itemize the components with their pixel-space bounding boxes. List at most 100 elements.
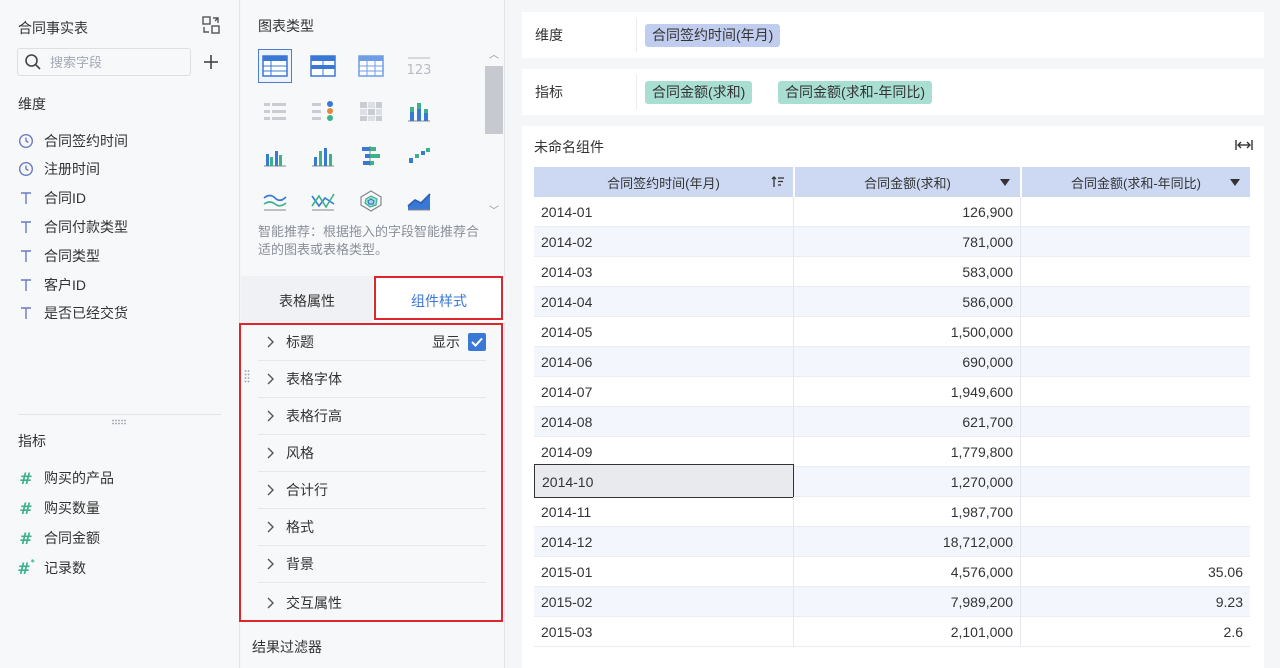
tab-table-properties[interactable]: 表格属性 [241,276,373,322]
style-item-total-row[interactable]: 合计行 [258,472,486,509]
cell-yoy[interactable] [1021,317,1250,347]
cell-amount[interactable]: 621,700 [794,407,1021,437]
chart-type-multi-column[interactable] [306,139,340,173]
field-item-payment-type[interactable]: 合同付款类型 [18,216,128,238]
column-header-amount[interactable]: 合同金额(求和) [795,167,1020,197]
cell-amount[interactable]: 1,949,600 [794,377,1021,407]
style-item-row-height[interactable]: 表格行高 [258,398,486,435]
chart-type-group-table[interactable] [258,49,292,83]
cell-amount[interactable]: 1,500,000 [794,317,1021,347]
cell-yoy[interactable] [1021,497,1250,527]
style-item-table-font[interactable]: 表格字体 [258,361,486,398]
scrollbar-thumb[interactable] [485,66,503,134]
field-search[interactable] [17,48,191,76]
column-header-yoy[interactable]: 合同金额(求和-年同比) [1022,167,1250,197]
chart-type-list[interactable] [258,94,292,128]
field-item-product[interactable]: # 购买的产品 [18,467,114,489]
show-title-checkbox[interactable] [468,333,486,351]
cell-date[interactable]: 2015-02 [534,587,794,617]
cell-yoy[interactable] [1021,437,1250,467]
chart-type-cross-table[interactable] [306,49,340,83]
cell-date[interactable]: 2014-08 [534,407,794,437]
style-item-interaction[interactable]: 交互属性 [258,584,486,621]
chart-type-polyline[interactable] [306,184,340,218]
resize-grip-icon[interactable] [111,419,127,425]
cell-yoy[interactable] [1021,407,1250,437]
scroll-down-icon[interactable]: ﹀ [488,206,500,218]
chart-type-stacked-horizontal[interactable] [354,139,388,173]
cell-yoy[interactable] [1021,197,1250,227]
cell-yoy[interactable] [1021,347,1250,377]
chart-type-heatmap[interactable] [354,94,388,128]
field-item-record-count[interactable]: # * 记录数 [17,557,86,579]
cell-yoy[interactable] [1021,257,1250,287]
field-item-contract-sign-time[interactable]: 合同签约时间 [18,130,128,152]
chart-type-radar[interactable] [354,184,388,218]
chart-type-stacked-bar[interactable] [402,94,436,128]
sort-ascending-icon[interactable] [771,175,785,189]
dimension-shelf[interactable]: 维度 合同签约时间(年月) [522,12,1264,58]
chart-type-dot-matrix[interactable] [306,94,340,128]
field-item-register-time[interactable]: 注册时间 [18,158,100,180]
field-item-customer-id[interactable]: 客户ID [18,274,86,296]
cell-date-selected[interactable]: 2014-10 [534,464,794,498]
tab-component-style[interactable]: 组件样式 [373,276,505,322]
switch-table-icon[interactable] [201,15,221,35]
field-item-contract-id[interactable]: 合同ID [18,187,86,209]
cell-date[interactable]: 2014-05 [534,317,794,347]
search-input[interactable] [50,52,186,72]
chart-type-column[interactable] [258,139,292,173]
cell-yoy[interactable] [1021,377,1250,407]
dimension-pill[interactable]: 合同签约时间(年月) [645,24,781,47]
style-item-theme[interactable]: 风格 [258,435,486,472]
chart-type-line[interactable] [258,184,292,218]
cell-amount[interactable]: 1,270,000 [794,467,1021,497]
cell-amount[interactable]: 1,987,700 [794,497,1021,527]
style-item-background[interactable]: 背景 [258,546,486,583]
column-header-date[interactable]: 合同签约时间(年月) [534,167,793,197]
cell-date[interactable]: 2014-07 [534,377,794,407]
cell-date[interactable]: 2014-11 [534,497,794,527]
cell-date[interactable]: 2014-01 [534,197,794,227]
expand-width-icon[interactable] [1235,138,1253,152]
cell-amount[interactable]: 586,000 [794,287,1021,317]
scroll-up-icon[interactable]: ︿ [488,50,500,62]
field-item-contract-type[interactable]: 合同类型 [18,245,100,267]
dropdown-arrow-icon[interactable] [998,175,1012,189]
cell-yoy[interactable] [1021,287,1250,317]
cell-date[interactable]: 2014-04 [534,287,794,317]
metric-shelf[interactable]: 指标 合同金额(求和) 合同金额(求和-年同比) [522,69,1264,115]
field-item-delivered[interactable]: 是否已经交货 [18,302,128,324]
cell-yoy[interactable]: 2.6 [1021,617,1250,647]
style-item-format[interactable]: 格式 [258,509,486,546]
cell-amount[interactable]: 583,000 [794,257,1021,287]
cell-yoy[interactable]: 9.23 [1021,587,1250,617]
cell-date[interactable]: 2014-12 [534,527,794,557]
cell-yoy[interactable] [1021,467,1250,497]
cell-amount[interactable]: 18,712,000 [794,527,1021,557]
result-filter[interactable]: 结果过滤器 [252,637,322,657]
cell-amount[interactable]: 4,576,000 [794,557,1021,587]
dropdown-arrow-icon[interactable] [1228,175,1242,189]
cell-date[interactable]: 2014-09 [534,437,794,467]
cell-amount[interactable]: 690,000 [794,347,1021,377]
cell-date[interactable]: 2014-03 [534,257,794,287]
style-item-title[interactable]: 标题 显示 [258,324,486,361]
chart-type-waterfall[interactable] [402,139,436,173]
cell-date[interactable]: 2015-01 [534,557,794,587]
chart-type-kpi[interactable]: 123 [402,49,436,83]
cell-amount[interactable]: 126,900 [794,197,1021,227]
add-field-icon[interactable] [202,53,220,71]
cell-yoy[interactable]: 35.06 [1021,557,1250,587]
chart-type-scrollbar[interactable]: ︿ ﹀ [485,48,503,222]
chart-type-area[interactable] [402,184,436,218]
cell-date[interactable]: 2014-06 [534,347,794,377]
cell-amount[interactable]: 781,000 [794,227,1021,257]
cell-yoy[interactable] [1021,527,1250,557]
cell-amount[interactable]: 1,779,800 [794,437,1021,467]
cell-date[interactable]: 2015-03 [534,617,794,647]
cell-yoy[interactable] [1021,227,1250,257]
field-item-contract-amount[interactable]: # 合同金额 [18,527,100,549]
drag-handle-icon[interactable] [244,369,250,383]
field-item-quantity[interactable]: # 购买数量 [18,497,100,519]
